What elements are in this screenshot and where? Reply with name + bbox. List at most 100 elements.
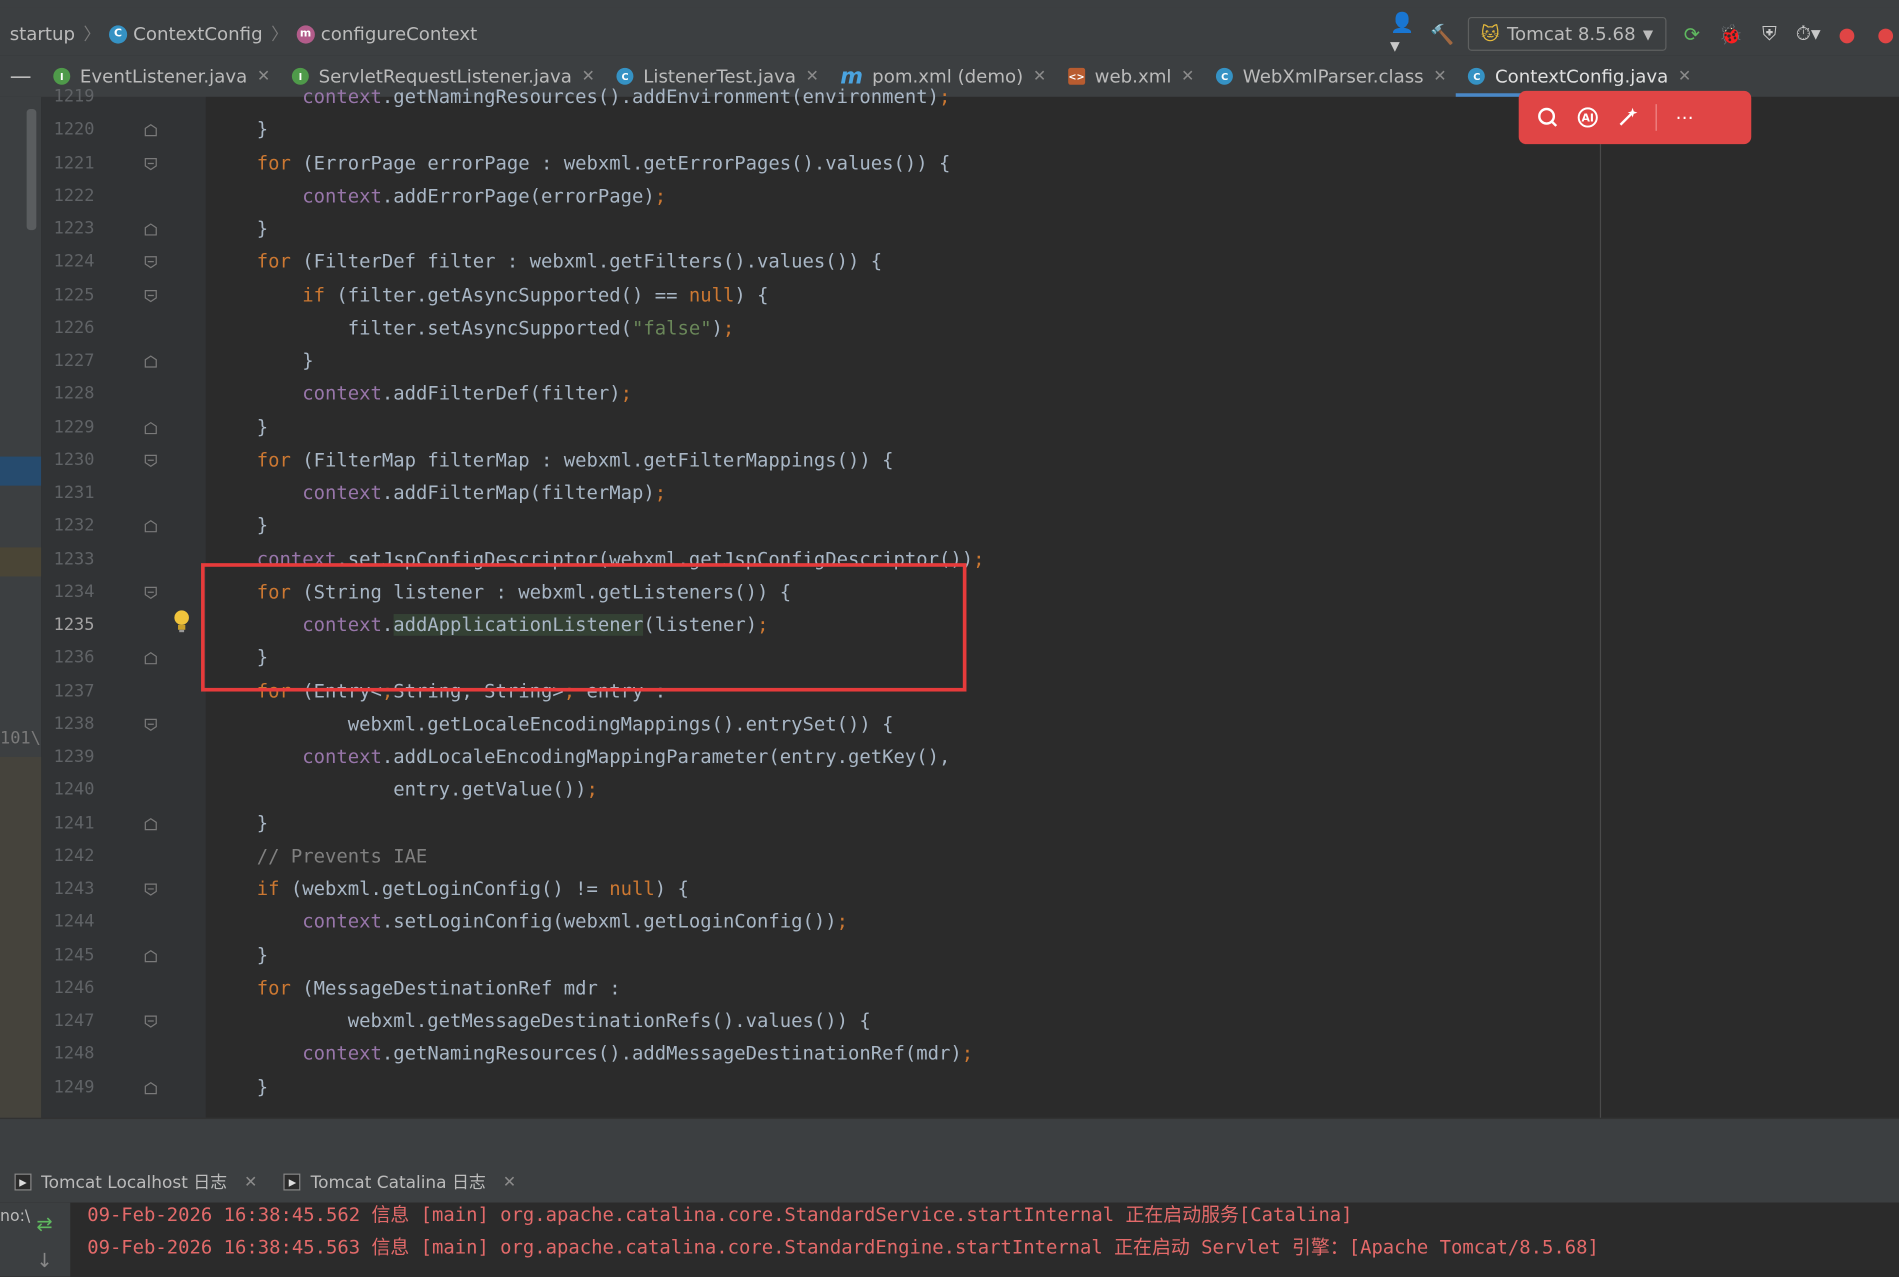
- stop-icon[interactable]: ●: [1872, 21, 1899, 48]
- console-line: 09-Feb-2026 16:38:45.563 信息 [main] org.a…: [87, 1236, 1599, 1259]
- code-text: }: [256, 944, 269, 966]
- code-text: for (FilterMap filterMap : webxml.getFil…: [256, 449, 894, 471]
- fold-end-icon[interactable]: [144, 421, 157, 434]
- more-options-icon[interactable]: ⋯: [1673, 105, 1697, 129]
- console-gutter: no:\ ⇄ ↓: [0, 1202, 71, 1277]
- code-line[interactable]: 1224 for (FilterDef filter : webxml.getFi…: [0, 246, 1899, 279]
- fold-start-icon[interactable]: [144, 289, 157, 302]
- code-line[interactable]: 1249}: [0, 1071, 1899, 1104]
- line-number: 1237: [53, 681, 95, 701]
- code-line[interactable]: 1231 context.addFilterMap(filterMap);: [0, 477, 1899, 510]
- stop-debug-icon[interactable]: ●: [1834, 21, 1861, 48]
- fold-end-icon[interactable]: [144, 520, 157, 533]
- profiler-icon[interactable]: ⏱▾: [1795, 21, 1822, 48]
- line-number: 1240: [53, 780, 95, 800]
- tab-tomcat-localhost-log[interactable]: ▶ Tomcat Localhost 日志 ✕: [0, 1161, 269, 1202]
- line-number: 1222: [53, 186, 95, 206]
- code-line[interactable]: 1247 webxml.getMessageDestinationRefs().…: [0, 1005, 1899, 1038]
- fold-start-icon[interactable]: [144, 157, 157, 170]
- line-number: 1242: [53, 846, 95, 866]
- code-line[interactable]: 1239 context.addLocaleEncodingMappingPar…: [0, 741, 1899, 774]
- code-line[interactable]: 1221 for (ErrorPage errorPage : webxml.ge…: [0, 147, 1899, 180]
- code-line[interactable]: 1246 for (MessageDestinationRef mdr :: [0, 972, 1899, 1005]
- code-line[interactable]: 1245}: [0, 939, 1899, 972]
- code-text: filter.setAsyncSupported("false");: [256, 317, 735, 339]
- breadcrumb-item-class[interactable]: C ContextConfig: [108, 23, 263, 45]
- menu-bar-remnant: [0, 0, 1899, 8]
- fold-start-icon[interactable]: [144, 586, 157, 599]
- code-line[interactable]: 1238 webxml.getLocaleEncodingMappings().…: [0, 708, 1899, 741]
- method-icon: m: [296, 24, 315, 43]
- line-number: 1235: [53, 615, 95, 635]
- class-icon: C: [108, 24, 128, 43]
- fold-end-icon[interactable]: [144, 949, 157, 962]
- fold-start-icon[interactable]: [144, 1015, 157, 1028]
- fold-end-icon[interactable]: [144, 817, 157, 830]
- breadcrumb: startup 〉 C ContextConfig 〉 m configureCon…: [10, 21, 478, 48]
- fold-start-icon[interactable]: [144, 718, 157, 731]
- debug-bug-icon[interactable]: 🐞: [1717, 21, 1744, 48]
- main-toolbar: 👤▾ 🔨 🐱 Tomcat 8.5.68 ▼ ⟳ 🐞 ⛨ ⏱▾ ● ●: [1390, 11, 1899, 57]
- code-line[interactable]: 1248 context.getNamingResources().addMes…: [0, 1038, 1899, 1071]
- code-text: context.addLocaleEncodingMappingParamete…: [302, 746, 951, 768]
- navigation-bar: startup 〉 C ContextConfig 〉 m configureCon…: [0, 0, 1899, 57]
- line-number: 1234: [53, 582, 95, 602]
- fold-end-icon[interactable]: [144, 355, 157, 368]
- line-number: 1249: [53, 1077, 95, 1097]
- soft-wrap-icon[interactable]: ⇄: [36, 1212, 52, 1235]
- rerun-icon[interactable]: ⟳: [1679, 21, 1706, 48]
- fold-start-icon[interactable]: [144, 256, 157, 269]
- code-line[interactable]: 1242 // Prevents IAE: [0, 840, 1899, 873]
- code-line[interactable]: 1230 for (FilterMap filterMap : webxml.ge…: [0, 444, 1899, 477]
- code-text: }: [256, 812, 269, 834]
- code-line[interactable]: 1228 context.addFilterDef(filter);: [0, 378, 1899, 411]
- fold-start-icon[interactable]: [144, 883, 157, 896]
- user-account-icon[interactable]: 👤▾: [1390, 11, 1417, 57]
- line-number: 1228: [53, 384, 95, 404]
- line-number: 1232: [53, 516, 95, 536]
- close-icon[interactable]: ✕: [503, 1173, 516, 1191]
- fold-end-icon[interactable]: [144, 124, 157, 137]
- line-number: 1246: [53, 978, 95, 998]
- console-line: 09-Feb-2026 16:38:45.562 信息 [main] org.a…: [87, 1203, 1353, 1226]
- line-number: 1244: [53, 912, 95, 932]
- tab-tomcat-catalina-log[interactable]: ▶ Tomcat Catalina 日志 ✕: [269, 1161, 528, 1202]
- console-output[interactable]: no:\ ⇄ ↓ 09-Feb-2026 16:38:45.562 信息 [ma…: [0, 1202, 1899, 1277]
- coverage-shield-icon[interactable]: ⛨: [1756, 21, 1783, 48]
- code-line[interactable]: 1241}: [0, 807, 1899, 840]
- services-tabs: ▶ Tomcat Localhost 日志 ✕ ▶ Tomcat Catalina 日…: [0, 1161, 1899, 1203]
- line-number: 1225: [53, 285, 95, 305]
- fold-end-icon[interactable]: [144, 223, 157, 236]
- code-line[interactable]: 1244 context.setLoginConfig(webxml.getLo…: [0, 906, 1899, 939]
- search-icon[interactable]: [1536, 105, 1560, 129]
- breadcrumb-item-method[interactable]: m configureContext: [296, 23, 477, 45]
- breadcrumb-item-startup[interactable]: startup: [10, 23, 75, 45]
- scroll-to-end-icon[interactable]: ↓: [36, 1249, 52, 1272]
- ai-assistant-icon[interactable]: AI: [1576, 105, 1600, 129]
- code-line[interactable]: 1240 entry.getValue());: [0, 774, 1899, 807]
- build-hammer-icon[interactable]: 🔨: [1429, 21, 1456, 48]
- code-line[interactable]: 1226 filter.setAsyncSupported("false");: [0, 312, 1899, 345]
- code-line[interactable]: 1232}: [0, 510, 1899, 543]
- run-configuration-select[interactable]: 🐱 Tomcat 8.5.68 ▼: [1467, 16, 1667, 51]
- code-line[interactable]: 1225 if (filter.getAsyncSupported() == n…: [0, 279, 1899, 312]
- tab-label: Tomcat Catalina 日志: [310, 1173, 486, 1193]
- fold-end-icon[interactable]: [144, 652, 157, 665]
- close-icon[interactable]: ✕: [244, 1173, 257, 1191]
- code-text: context.addFilterDef(filter);: [302, 383, 632, 405]
- floating-ai-toolbar: AI ⋯: [1518, 90, 1752, 145]
- console-icon: ▶: [14, 1173, 32, 1191]
- code-line[interactable]: 1229}: [0, 411, 1899, 444]
- fold-start-icon[interactable]: [144, 454, 157, 467]
- line-number: 1243: [53, 879, 95, 899]
- code-line[interactable]: 1222 context.addErrorPage(errorPage);: [0, 180, 1899, 213]
- line-number: 1223: [53, 219, 95, 239]
- code-line[interactable]: 1223}: [0, 213, 1899, 246]
- code-line[interactable]: 1243 if (webxml.getLoginConfig() != null)…: [0, 873, 1899, 906]
- line-number: 1231: [53, 483, 95, 503]
- ide-window: startup 〉 C ContextConfig 〉 m configureCon…: [0, 0, 1899, 1277]
- fold-end-icon[interactable]: [144, 1081, 157, 1094]
- lightbulb-icon[interactable]: [172, 609, 191, 633]
- code-line[interactable]: 1227 }: [0, 345, 1899, 378]
- magic-wand-icon[interactable]: [1616, 105, 1640, 129]
